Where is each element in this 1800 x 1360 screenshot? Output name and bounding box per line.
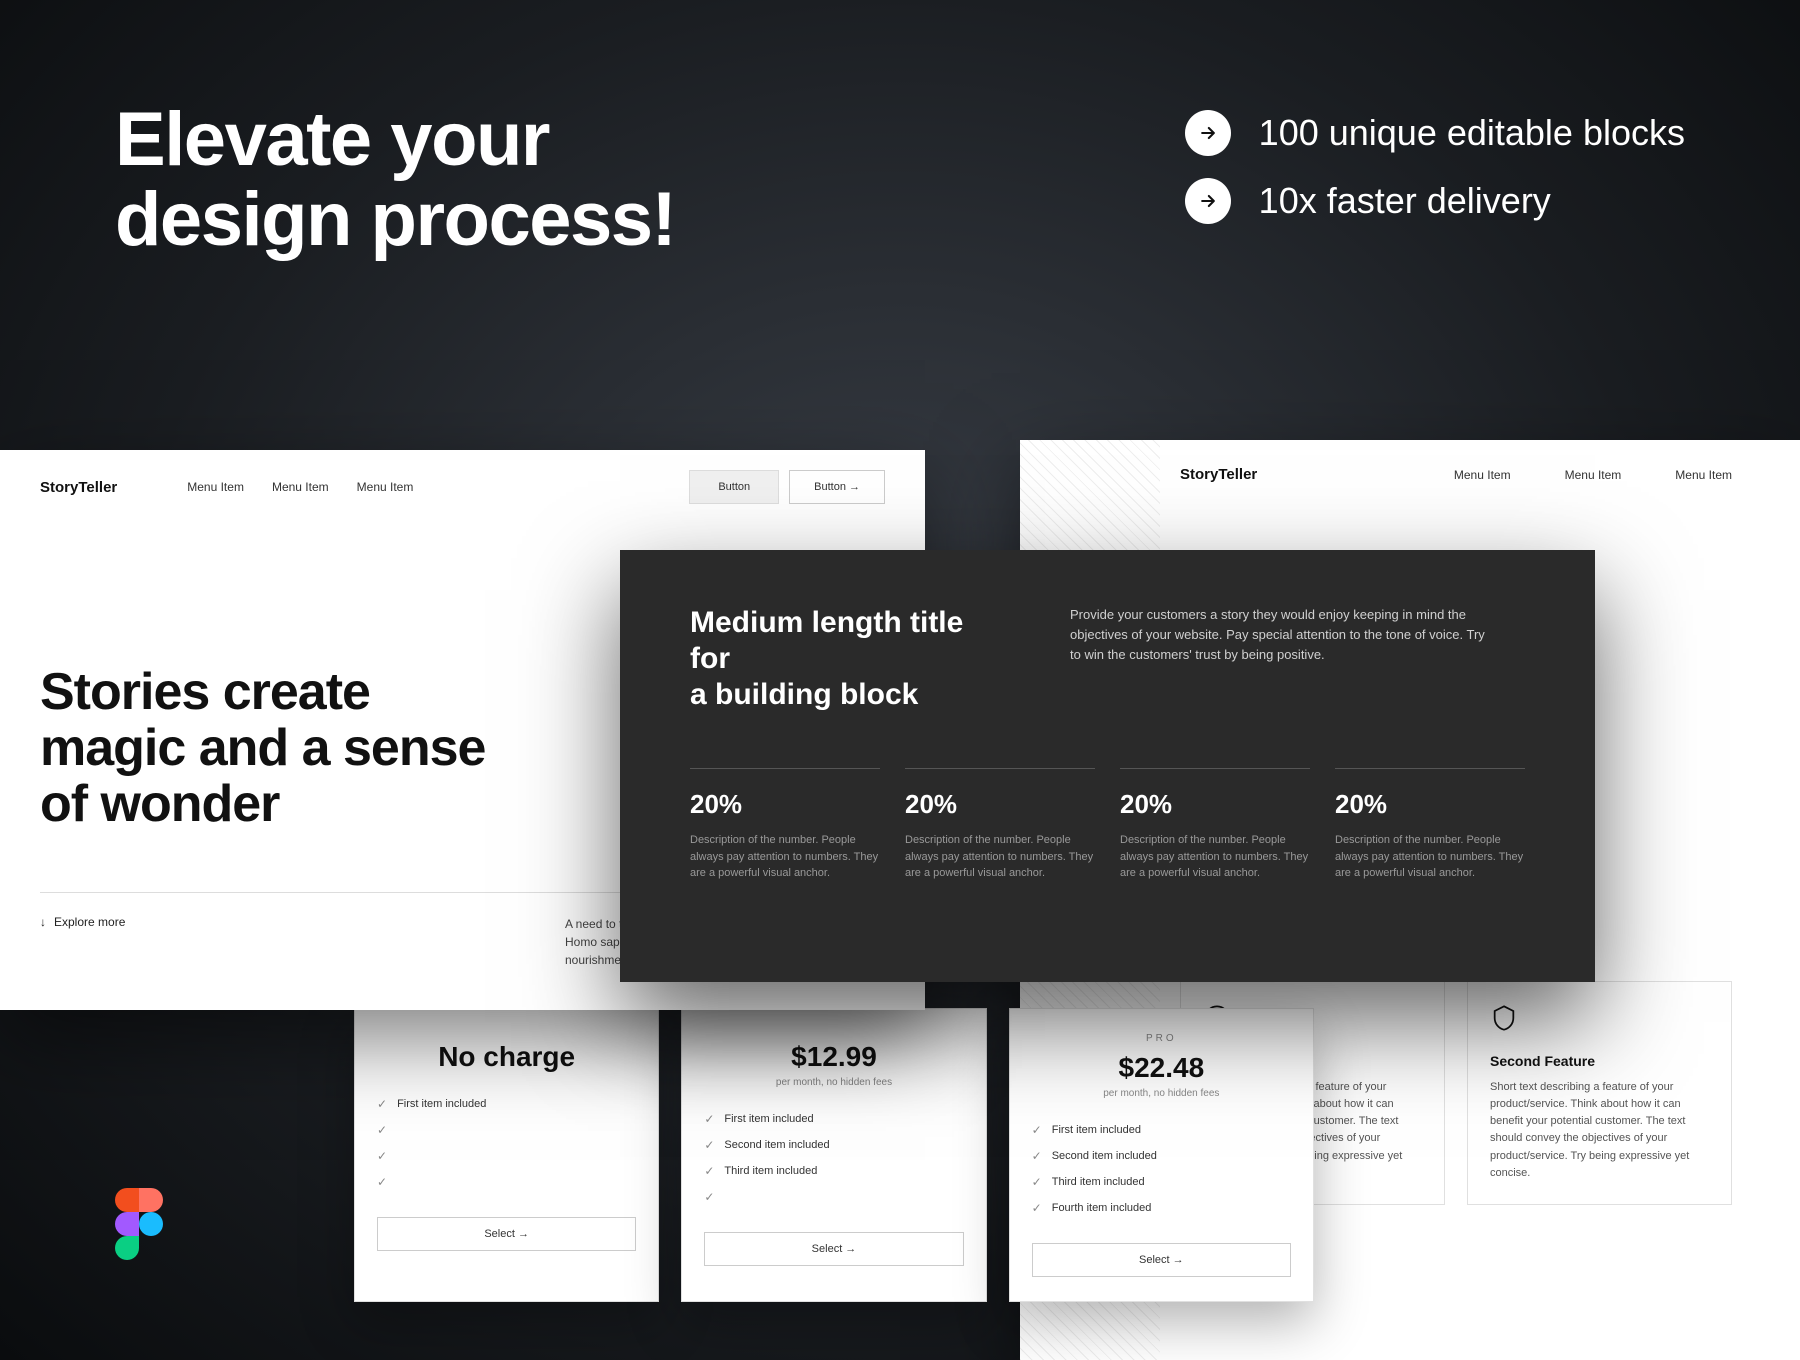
list-item: ✓ [377, 1143, 636, 1169]
list-item: ✓ [704, 1184, 963, 1210]
menu-item[interactable]: Menu Item [1565, 468, 1622, 482]
hero-title-line-1: Elevate your [115, 100, 675, 180]
stat-item: 20% Description of the number. People al… [1335, 768, 1525, 882]
nav-bar: StoryTeller Menu Item Menu Item Menu Ite… [0, 450, 925, 524]
preview-card-dark: Medium length title for a building block… [620, 550, 1595, 982]
stat-desc: Description of the number. People always… [1335, 832, 1525, 882]
menu-item[interactable]: Menu Item [1675, 468, 1732, 482]
price-value: $22.48 [1032, 1052, 1291, 1084]
nav-bar: StoryTeller Menu Item Menu Item Menu Ite… [1020, 440, 1800, 509]
stat-value: 20% [905, 789, 1095, 820]
stat-value: 20% [690, 789, 880, 820]
feature-card: Second Feature Short text describing a f… [1467, 981, 1732, 1204]
price-items: ✓First item included ✓ ✓ ✓ [377, 1091, 636, 1195]
block-title: Medium length title for a building block [690, 605, 1010, 713]
select-button[interactable]: Select → [377, 1217, 636, 1251]
price-value: No charge [377, 1041, 636, 1073]
price-tier: PRO [1032, 1033, 1291, 1044]
price-card-pro: PRO $22.48 per month, no hidden fees ✓Fi… [1009, 1008, 1314, 1302]
list-item: ✓Third item included [704, 1158, 963, 1184]
price-card-free: No charge ✓First item included ✓ ✓ ✓ Sel… [354, 1008, 659, 1302]
list-item: ✓Second item included [704, 1132, 963, 1158]
check-icon: ✓ [704, 1164, 714, 1178]
list-item: ✓ [377, 1117, 636, 1143]
menu-item[interactable]: Menu Item [1454, 468, 1511, 482]
brand-logo: StoryTeller [40, 479, 117, 496]
stat-desc: Description of the number. People always… [690, 832, 880, 882]
list-item: ✓First item included [704, 1106, 963, 1132]
price-items: ✓First item included ✓Second item includ… [704, 1106, 963, 1210]
price-sub: per month, no hidden fees [1032, 1088, 1291, 1099]
hero-title: Elevate your design process! [115, 100, 675, 260]
list-item: ✓Fourth item included [1032, 1195, 1291, 1221]
select-button[interactable]: Select → [1032, 1243, 1291, 1277]
stat-value: 20% [1120, 789, 1310, 820]
price-value: $12.99 [704, 1041, 963, 1073]
list-item: ✓First item included [377, 1091, 636, 1117]
bullet-row: 100 unique editable blocks [1185, 110, 1685, 156]
check-icon: ✓ [1032, 1201, 1042, 1215]
hero-title-line-2: design process! [115, 180, 675, 260]
figma-logo-icon [115, 1188, 163, 1260]
check-icon: ✓ [704, 1190, 714, 1204]
brand-logo: StoryTeller [1180, 466, 1257, 483]
nav-buttons: Button Button → [689, 470, 885, 504]
menu-item[interactable]: Menu Item [187, 480, 244, 494]
arrow-down-icon: ↓ [40, 915, 46, 929]
shield-icon [1490, 1004, 1518, 1032]
menu: Menu Item Menu Item Menu Item [1454, 468, 1760, 482]
arrow-right-icon [1185, 110, 1231, 156]
block-desc: Provide your customers a story they woul… [1070, 605, 1490, 713]
list-item: ✓First item included [1032, 1117, 1291, 1143]
hero-bullets: 100 unique editable blocks 10x faster de… [1185, 100, 1685, 260]
feature-title: Second Feature [1490, 1053, 1709, 1069]
button-secondary[interactable]: Button → [789, 470, 885, 504]
explore-link[interactable]: ↓ Explore more [40, 915, 125, 929]
button-primary[interactable]: Button [689, 470, 779, 504]
price-card-mid: $12.99 per month, no hidden fees ✓First … [681, 1008, 986, 1302]
stat-desc: Description of the number. People always… [905, 832, 1095, 882]
check-icon: ✓ [377, 1097, 387, 1111]
pricing-row: No charge ✓First item included ✓ ✓ ✓ Sel… [354, 1008, 1314, 1302]
stat-value: 20% [1335, 789, 1525, 820]
stats-row: 20% Description of the number. People al… [690, 768, 1525, 882]
bullet-row: 10x faster delivery [1185, 178, 1685, 224]
select-button[interactable]: Select → [704, 1232, 963, 1266]
list-item: ✓ [377, 1169, 636, 1195]
stat-item: 20% Description of the number. People al… [905, 768, 1095, 882]
check-icon: ✓ [1032, 1123, 1042, 1137]
check-icon: ✓ [704, 1112, 714, 1126]
check-icon: ✓ [377, 1149, 387, 1163]
bullet-text: 10x faster delivery [1259, 180, 1551, 222]
menu-item[interactable]: Menu Item [272, 480, 329, 494]
stat-item: 20% Description of the number. People al… [1120, 768, 1310, 882]
price-sub: per month, no hidden fees [704, 1077, 963, 1088]
list-item: ✓Third item included [1032, 1169, 1291, 1195]
check-icon: ✓ [704, 1138, 714, 1152]
price-items: ✓First item included ✓Second item includ… [1032, 1117, 1291, 1221]
bullet-text: 100 unique editable blocks [1259, 112, 1685, 154]
hero: Elevate your design process! 100 unique … [115, 100, 1685, 260]
check-icon: ✓ [1032, 1149, 1042, 1163]
stat-item: 20% Description of the number. People al… [690, 768, 880, 882]
check-icon: ✓ [377, 1175, 387, 1189]
check-icon: ✓ [1032, 1175, 1042, 1189]
feature-desc: Short text describing a feature of your … [1490, 1079, 1709, 1181]
list-item: ✓Second item included [1032, 1143, 1291, 1169]
arrow-right-icon [1185, 178, 1231, 224]
stat-desc: Description of the number. People always… [1120, 832, 1310, 882]
header-row: Medium length title for a building block… [690, 605, 1525, 713]
menu-item[interactable]: Menu Item [357, 480, 414, 494]
check-icon: ✓ [377, 1123, 387, 1137]
